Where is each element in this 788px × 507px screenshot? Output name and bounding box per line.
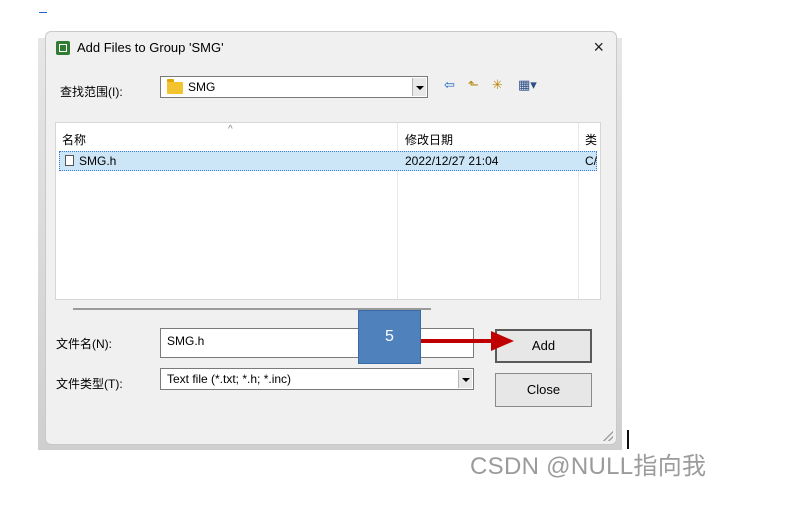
file-name-cell: SMG.h <box>79 154 117 168</box>
file-name-label: 文件名(N): <box>56 337 112 351</box>
arrow-head <box>491 331 514 351</box>
file-type-cell: C/ <box>585 154 597 168</box>
sort-caret-icon: ^ <box>228 124 233 135</box>
file-modified-cell: 2022/12/27 21:04 <box>405 154 499 168</box>
arrow-annotation <box>421 331 514 351</box>
column-type[interactable]: 类 <box>585 131 597 148</box>
look-in-value: SMG <box>188 80 216 94</box>
file-list[interactable]: ^ 名称 修改日期 类 SMG.h 2022/12/27 21:04 C/ <box>55 122 601 300</box>
close-button[interactable]: Close <box>495 373 592 407</box>
top-mark <box>39 12 47 13</box>
dropdown-arrow-icon[interactable] <box>458 370 472 388</box>
app-icon <box>56 41 70 55</box>
column-modified[interactable]: 修改日期 <box>405 131 453 148</box>
close-icon[interactable]: × <box>593 37 604 57</box>
dropdown-arrow-icon[interactable] <box>412 78 426 96</box>
resize-grip-icon[interactable] <box>603 431 613 441</box>
title-bar: Add Files to Group 'SMG' × <box>46 32 616 64</box>
new-folder-icon[interactable]: ✳ <box>492 78 503 92</box>
back-icon[interactable]: ⇦ <box>444 78 455 92</box>
view-menu-icon[interactable]: ▦▾ <box>518 78 537 92</box>
file-type-value: Text file (*.txt; *.h; *.inc) <box>167 372 292 386</box>
folder-icon <box>167 79 183 94</box>
look-in-label: 查找范围(I): <box>60 85 123 99</box>
look-in-combo[interactable]: SMG <box>160 76 428 98</box>
list-item[interactable]: SMG.h 2022/12/27 21:04 C/ <box>59 151 597 171</box>
add-files-dialog: Add Files to Group 'SMG' × 查找范围(I): SMG … <box>45 31 617 445</box>
screenshot: Add Files to Group 'SMG' × 查找范围(I): SMG … <box>0 0 788 507</box>
step-number-callout: 5 <box>358 310 421 364</box>
file-icon <box>65 155 74 166</box>
up-folder-icon[interactable]: ⬑ <box>468 78 479 92</box>
watermark: CSDN @NULL指向我 <box>470 453 707 480</box>
file-type-label: 文件类型(T): <box>56 377 123 391</box>
column-name[interactable]: 名称 <box>62 131 86 148</box>
file-name-value: SMG.h <box>167 334 205 348</box>
dialog-title: Add Files to Group 'SMG' <box>77 40 224 55</box>
column-divider <box>397 123 398 299</box>
file-type-select[interactable]: Text file (*.txt; *.h; *.inc) <box>160 368 474 390</box>
column-divider <box>578 123 579 299</box>
